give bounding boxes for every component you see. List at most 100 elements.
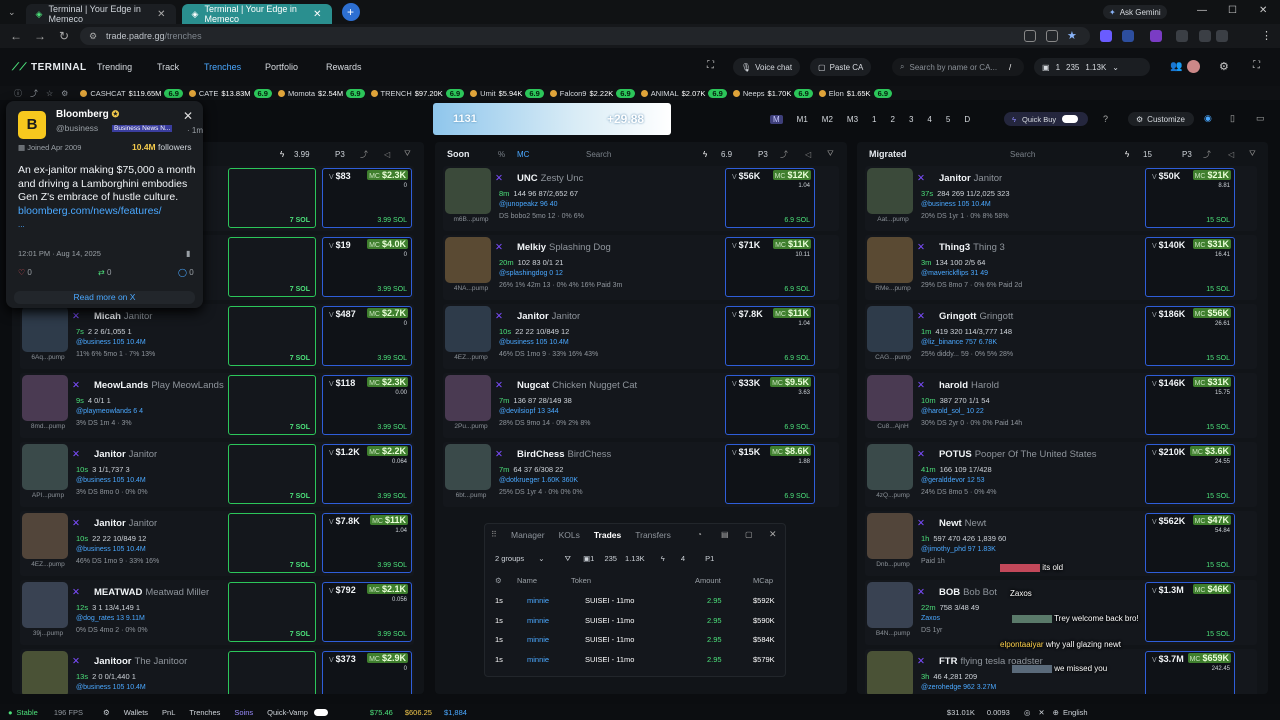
preset-d[interactable]: D <box>964 115 970 124</box>
buy-button[interactable]: 3.99 SOL <box>377 424 407 431</box>
token-card[interactable]: 39j...pump ✕ MEATWAD Meatwad Miller 12s 3 1 1… <box>20 580 414 645</box>
mute-icon[interactable]: ◁ <box>805 150 811 159</box>
gear-icon[interactable]: ⚙ <box>495 576 502 585</box>
filter-icon[interactable]: ⛛ <box>565 554 571 563</box>
quick-buy-amount[interactable]: 7 SOL <box>290 286 310 293</box>
filter-icon[interactable]: ⛛ <box>827 149 834 159</box>
market-cap-box[interactable]: V $15K MC $8.6K 1.88 6.9 SOL <box>725 444 815 504</box>
token-card[interactable]: API...pump ✕ Janitor Janitor 10s 3 1/1,737 3 @… <box>20 442 414 507</box>
token-user[interactable]: @business 105 10.4M <box>76 477 146 484</box>
extension-icon[interactable] <box>1122 30 1134 42</box>
market-cap-box[interactable]: V $562K MC $47K 54.84 15 SOL <box>1145 513 1235 573</box>
trade-row[interactable]: 1s minnie SUISEI - 11mo 2.95 $592K <box>485 596 787 614</box>
status-soins[interactable]: Soins <box>234 708 253 717</box>
token-user[interactable]: @jimothy_phd 97 1.83K <box>921 546 996 553</box>
column-search-input[interactable]: Search <box>1010 150 1035 159</box>
token-card[interactable]: 4EZ...pump ✕ Janitor Janitor 10s 22 22 10/849… <box>20 511 414 576</box>
market-cap-box[interactable]: V $19 MC $4.0K 0 3.99 SOL <box>322 237 412 297</box>
buy-button[interactable]: 15 SOL <box>1206 217 1230 224</box>
trade-wallet[interactable]: minnie <box>527 635 549 644</box>
search-input[interactable]: ⌕ Search by name or CA... <box>892 58 1024 76</box>
extension-icon[interactable] <box>1150 30 1162 42</box>
market-cap-box[interactable]: V $792 MC $2.1K 0.056 3.99 SOL <box>322 582 412 642</box>
forward-icon[interactable]: → <box>28 29 52 43</box>
x-link-icon[interactable]: ✕ <box>917 311 925 322</box>
info-icon[interactable]: ⓘ <box>14 88 22 99</box>
chart-icon[interactable]: ⤴ <box>30 88 38 99</box>
quick-buy-amount[interactable]: 7 SOL <box>290 424 310 431</box>
token-card[interactable]: 2Pu...pump ✕ Nugcat Chicken Nugget Cat 7m 136… <box>443 373 839 438</box>
chrome-menu-icon[interactable]: ⋮ <box>1261 29 1272 42</box>
preset-m1[interactable]: M1 <box>797 115 808 124</box>
x-link-icon[interactable]: ✕ <box>495 173 503 184</box>
buy-button[interactable]: 3.99 SOL <box>377 562 407 569</box>
preset-3[interactable]: 3 <box>909 115 913 124</box>
nav-rewards[interactable]: Rewards <box>326 62 362 72</box>
token-card[interactable]: 6Aq...pump ✕ Micah Janitor 7s 2 2 6/1,055 1 @b… <box>20 304 414 369</box>
token-address[interactable]: m6B...pump <box>443 216 499 223</box>
filter-icon[interactable]: ⛛ <box>404 149 411 159</box>
close-icon[interactable]: ✕ <box>769 529 777 540</box>
bookmark-icon[interactable]: ▯ <box>1230 113 1235 124</box>
buy-button[interactable]: 3.99 SOL <box>377 631 407 638</box>
market-cap-box[interactable]: V $210K MC $3.6K 24.55 15 SOL <box>1145 444 1235 504</box>
token-card[interactable]: 4NA...pump ✕ Melkiy Splashing Dog 20m 102 83 … <box>443 235 839 300</box>
ticker-item[interactable]: Umit $5.94K 6.9 <box>470 88 544 98</box>
token-image[interactable] <box>22 444 68 490</box>
token-card[interactable]: 8md...pump ✕ MeowLands Play MeowLands 9s 4 0/… <box>20 373 414 438</box>
token-image[interactable] <box>445 375 491 421</box>
quick-buy-box[interactable]: 7 SOL <box>228 375 316 435</box>
x-link-icon[interactable]: ✕ <box>917 380 925 391</box>
trade-wallet[interactable]: minnie <box>527 596 549 605</box>
mute-icon[interactable]: ◁ <box>1228 150 1234 159</box>
new-tab-button[interactable]: + <box>341 3 360 21</box>
filter-icon[interactable]: ⛛ <box>1249 149 1256 159</box>
trade-row[interactable]: 1s minnie SUISEI - 11mo 2.95 $579K <box>485 655 787 673</box>
token-address[interactable]: 4EZ...pump <box>20 561 76 568</box>
quick-buy-box[interactable]: 7 SOL <box>228 444 316 504</box>
downloads-icon[interactable] <box>1216 30 1228 42</box>
token-address[interactable]: RMe...pump <box>865 285 921 292</box>
ticker-item[interactable]: TRENCH $97.20K 6.9 <box>370 88 465 98</box>
fullscreen-icon[interactable]: ⛶ <box>1253 60 1260 71</box>
x-link-icon[interactable]: ✕ <box>917 449 925 460</box>
mute-icon[interactable]: ◁ <box>384 150 390 159</box>
ticker-item[interactable]: Momota $2.54M 6.9 <box>277 88 365 98</box>
maximize-icon[interactable]: ☐ <box>1228 5 1237 16</box>
x-link-icon[interactable]: ✕ <box>495 242 503 253</box>
token-user[interactable]: @business 105 10.4M <box>499 339 569 346</box>
help-icon[interactable]: ? <box>1103 114 1108 124</box>
layout-icon[interactable]: ▭ <box>1256 113 1265 124</box>
ticker-item[interactable]: CATE $13.83M 6.9 <box>188 88 272 98</box>
market-cap-box[interactable]: V $33K MC $9.5K 3.63 6.9 SOL <box>725 375 815 435</box>
column-search-input[interactable]: Search <box>586 150 611 159</box>
token-card[interactable]: Cu8...AjnH ✕ harold Harold 10m 387 270 1/1 54… <box>865 373 1257 438</box>
token-image[interactable] <box>867 582 913 628</box>
quick-buy-toggle[interactable]: ϟ Quick Buy <box>1004 112 1088 126</box>
token-card[interactable]: CAG...pump ✕ Gringott Gringott 1m 419 320 114… <box>865 304 1257 369</box>
tab-transfers[interactable]: Transfers <box>635 530 671 540</box>
token-card[interactable]: 4zQ...pump ✕ POTUS Pooper Of The United Sta… <box>865 442 1257 507</box>
settings-icon[interactable]: ⚙ <box>103 708 110 717</box>
token-address[interactable]: CAG...pump <box>865 354 921 361</box>
close-icon[interactable]: ✕ <box>183 109 193 123</box>
discord-icon[interactable]: ◎ <box>1024 708 1031 717</box>
tab-manager[interactable]: Manager <box>511 530 545 540</box>
quick-buy-amount[interactable]: 7 SOL <box>290 493 310 500</box>
market-cap-box[interactable]: V $118 MC $2.3K 0.00 3.99 SOL <box>322 375 412 435</box>
quick-buy-amount[interactable]: 7 SOL <box>290 631 310 638</box>
ticker-item[interactable]: Neeps $1.70K 6.9 <box>732 88 813 98</box>
voice-chat-button[interactable]: 🎙 Voice chat <box>733 58 801 76</box>
token-address[interactable]: Aat...pump <box>865 216 921 223</box>
tweet-link[interactable]: bloomberg.com/news/features/ <box>18 205 162 217</box>
token-address[interactable]: 8md...pump <box>20 423 76 430</box>
chart-icon[interactable]: ⤴ <box>780 149 788 160</box>
url-field[interactable]: ⚙ trade.padre.gg/trenches <box>80 27 1090 45</box>
back-icon[interactable]: ← <box>4 29 28 43</box>
token-user[interactable]: @business 105 10.4M <box>76 546 146 553</box>
token-image[interactable] <box>867 513 913 559</box>
x-link-icon[interactable]: ✕ <box>917 656 925 667</box>
minimize-icon[interactable]: — <box>1197 5 1207 16</box>
buy-button[interactable]: 15 SOL <box>1206 493 1230 500</box>
trade-wallet[interactable]: minnie <box>527 655 549 664</box>
